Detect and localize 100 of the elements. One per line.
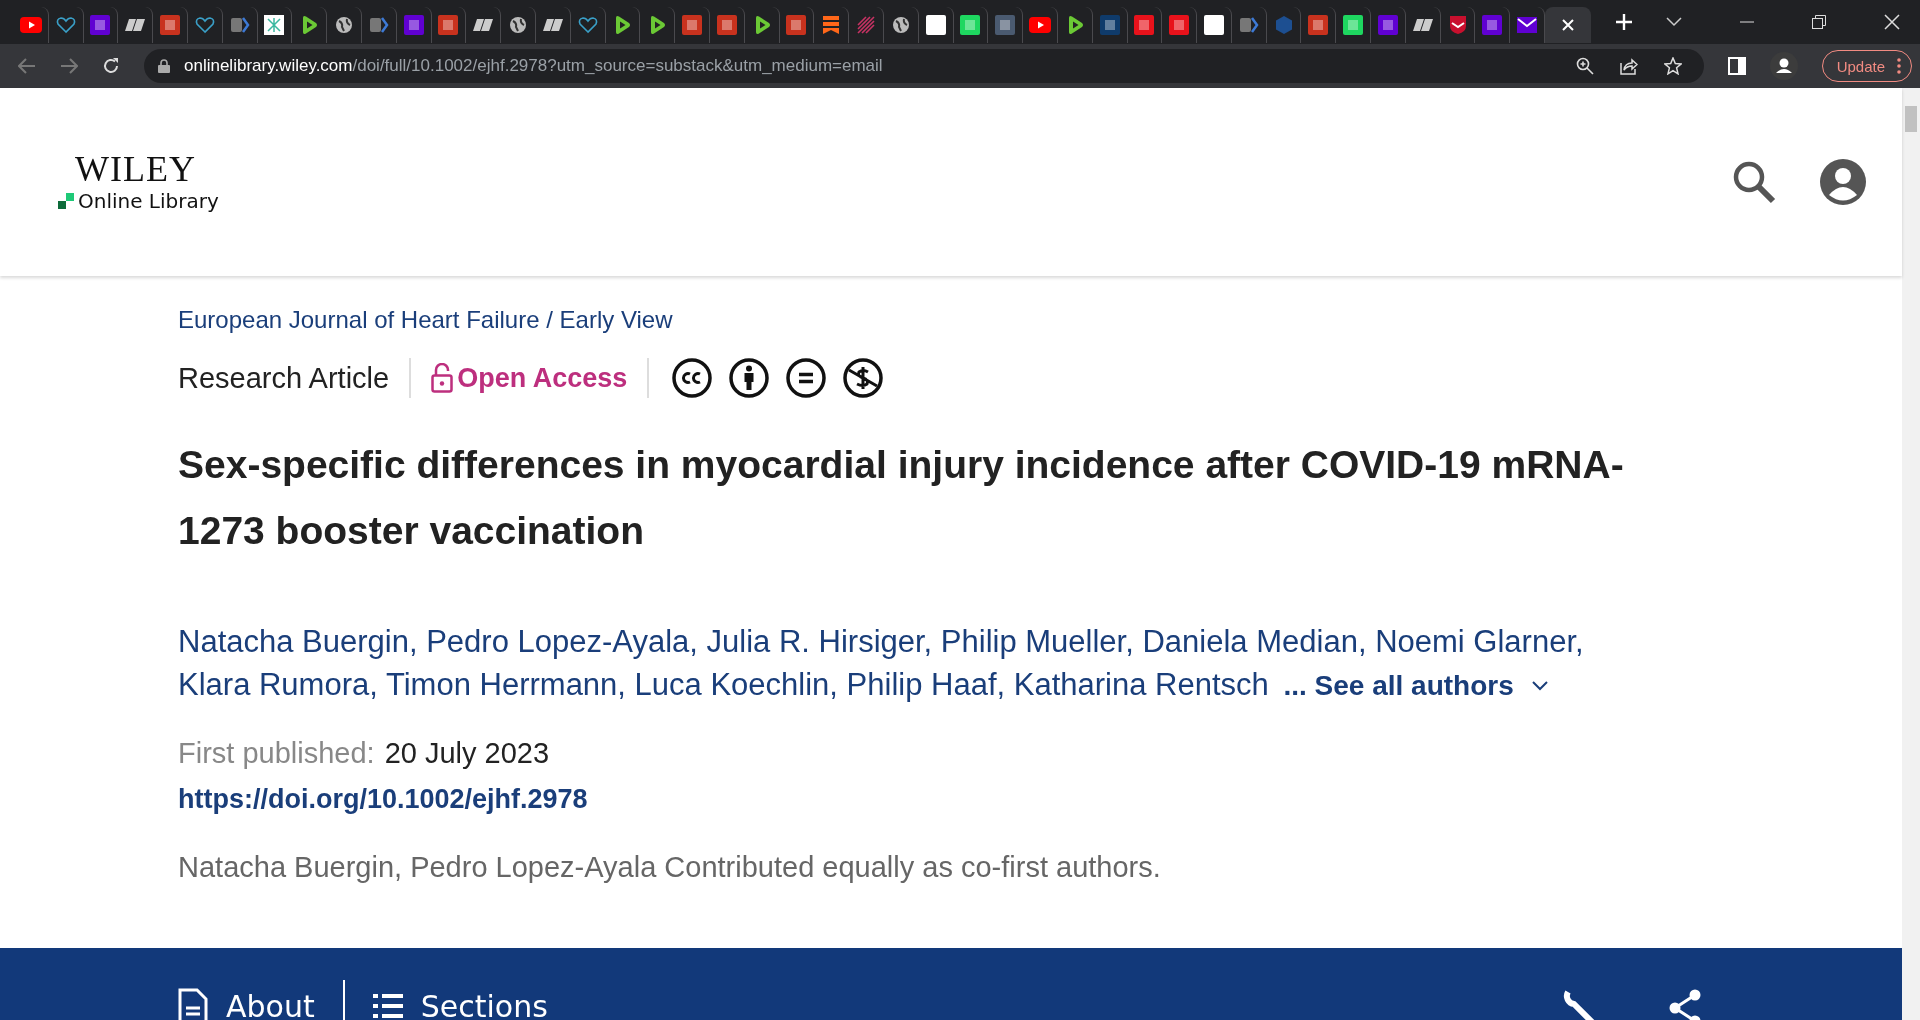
reload-icon[interactable] [102,57,120,75]
shield-icon [1448,15,1467,35]
new-tab-icon[interactable] [1615,13,1634,31]
list-icon [372,993,403,1019]
author-link[interactable]: Daniela Median [1142,624,1358,659]
lock-icon [158,59,170,73]
play-icon [1029,17,1051,33]
account-icon[interactable] [1820,159,1866,205]
more-icon[interactable] [1897,58,1901,74]
slanted-favicon-icon [124,17,147,33]
chevron-down-icon [1531,680,1548,691]
author-link[interactable]: Natacha Buergin [178,624,409,659]
profile-icon[interactable] [1769,52,1798,80]
square-favicon-icon [995,15,1016,35]
author-link[interactable]: Pedro Lopez-Ayala [426,624,690,659]
share-icon[interactable] [1668,988,1702,1020]
star-icon[interactable] [1663,57,1682,75]
slanted-favicon-icon [541,17,564,33]
chevron-icon [1238,16,1259,34]
squares-icon [58,193,74,209]
cc-license-icon[interactable] [672,358,713,398]
square-favicon-icon [1308,15,1329,35]
author-link[interactable]: Philip Haaf [846,667,997,702]
comma-separator: , [996,667,1006,702]
person-license-icon[interactable] [729,358,770,398]
comma-separator: , [617,667,626,702]
back-icon[interactable] [18,58,36,74]
equals-license-icon[interactable] [786,358,827,398]
sections-button[interactable]: Sections [372,986,548,1020]
square-favicon-icon [1482,15,1503,35]
comma-separator: , [1575,624,1584,659]
square-favicon-icon [160,15,181,35]
stripes-icon [856,15,876,35]
square-favicon-icon [403,15,424,35]
zoom-icon[interactable] [1575,57,1594,75]
square-favicon-icon [1099,15,1120,35]
square-favicon-icon [925,15,946,35]
mail-icon [1517,17,1538,33]
chevron-icon [229,16,250,34]
square-favicon-icon [1204,15,1224,35]
globe-icon [335,16,354,34]
close-icon[interactable] [1884,14,1900,30]
globe-icon [509,16,528,34]
square-favicon-icon [1343,15,1364,35]
author-link[interactable]: Timon Herrmann [385,667,618,702]
about-button[interactable]: About [178,986,315,1020]
author-link[interactable]: Noemi Glarner [1375,624,1575,659]
open-access-label: Open Access [457,362,628,394]
doi-link[interactable]: https://doi.org/10.1002/ejhf.2978 [178,784,588,815]
square-favicon-icon [1377,15,1398,35]
share-icon[interactable] [1619,57,1638,75]
square-favicon-icon [1134,15,1155,35]
document-icon [178,988,208,1020]
comma-separator: , [408,624,418,659]
side-panel-icon[interactable] [1727,57,1746,75]
unlocked-padlock-icon [431,363,454,393]
co-author-note: Natacha Buergin, Pedro Lopez-Ayala Contributed equally as co-first authors. [178,851,1161,884]
square-favicon-icon [1169,15,1190,35]
comma-separator: , [369,667,378,702]
heart-icon [577,16,598,34]
scrollbar[interactable] [1902,88,1920,1020]
globe-icon [891,16,910,34]
article-title: Sex-specific differences in myocardial injury incidence after COVID-19 mRNA-1273 booster vaccination [178,442,1625,554]
author-link[interactable]: Philip Mueller [940,624,1126,659]
author-link[interactable]: Katharina Rentsch [1013,667,1269,702]
logo-wordmark[interactable]: WILEY [75,151,219,187]
square-favicon-icon [438,15,459,35]
heart-icon [194,16,215,34]
logo-subtitle[interactable]: Online Library [78,189,219,213]
article-type: Research Article [178,361,390,395]
chevron-down-icon[interactable] [1666,17,1682,27]
comma-separator: , [1125,624,1134,659]
journal-breadcrumb-link[interactable]: European Journal of Heart Failure / Early View [178,306,673,334]
published-label: First published: [178,737,375,770]
see-all-authors-button[interactable]: ... See all authors [1283,664,1548,707]
square-favicon-icon [90,15,111,35]
search-icon[interactable] [1732,160,1776,204]
chevron-icon [368,16,389,34]
no-dollar-license-icon[interactable] [843,358,884,398]
author-link[interactable]: Luca Koechlin [634,667,830,702]
heart-icon [55,16,76,34]
square-favicon-icon [786,15,807,35]
slanted-favicon-icon [1411,17,1434,33]
play-icon [19,17,42,33]
browser-tab[interactable] [1545,7,1592,43]
square-favicon-icon [716,15,737,35]
square-favicon-icon [960,15,981,35]
slanted-favicon-icon [472,17,495,33]
author-link[interactable]: Julia R. Hirsiger [706,624,924,659]
author-link[interactable]: Klara Rumora [178,667,370,702]
cube-icon [1273,15,1294,35]
grid-icon [264,15,285,35]
comma-separator: , [829,667,838,702]
bookmark-icon [822,15,841,35]
address-field[interactable]: onlinelibrary.wiley.com/doi/full/10.1002/ejhf.2978?utm_source=substack&utm_medium=email [144,49,1704,83]
restore-icon[interactable] [1812,15,1826,29]
comma-separator: , [689,624,698,659]
forward-icon[interactable] [60,58,78,74]
comma-separator: , [1357,624,1367,659]
published-date: 20 July 2023 [384,737,550,770]
